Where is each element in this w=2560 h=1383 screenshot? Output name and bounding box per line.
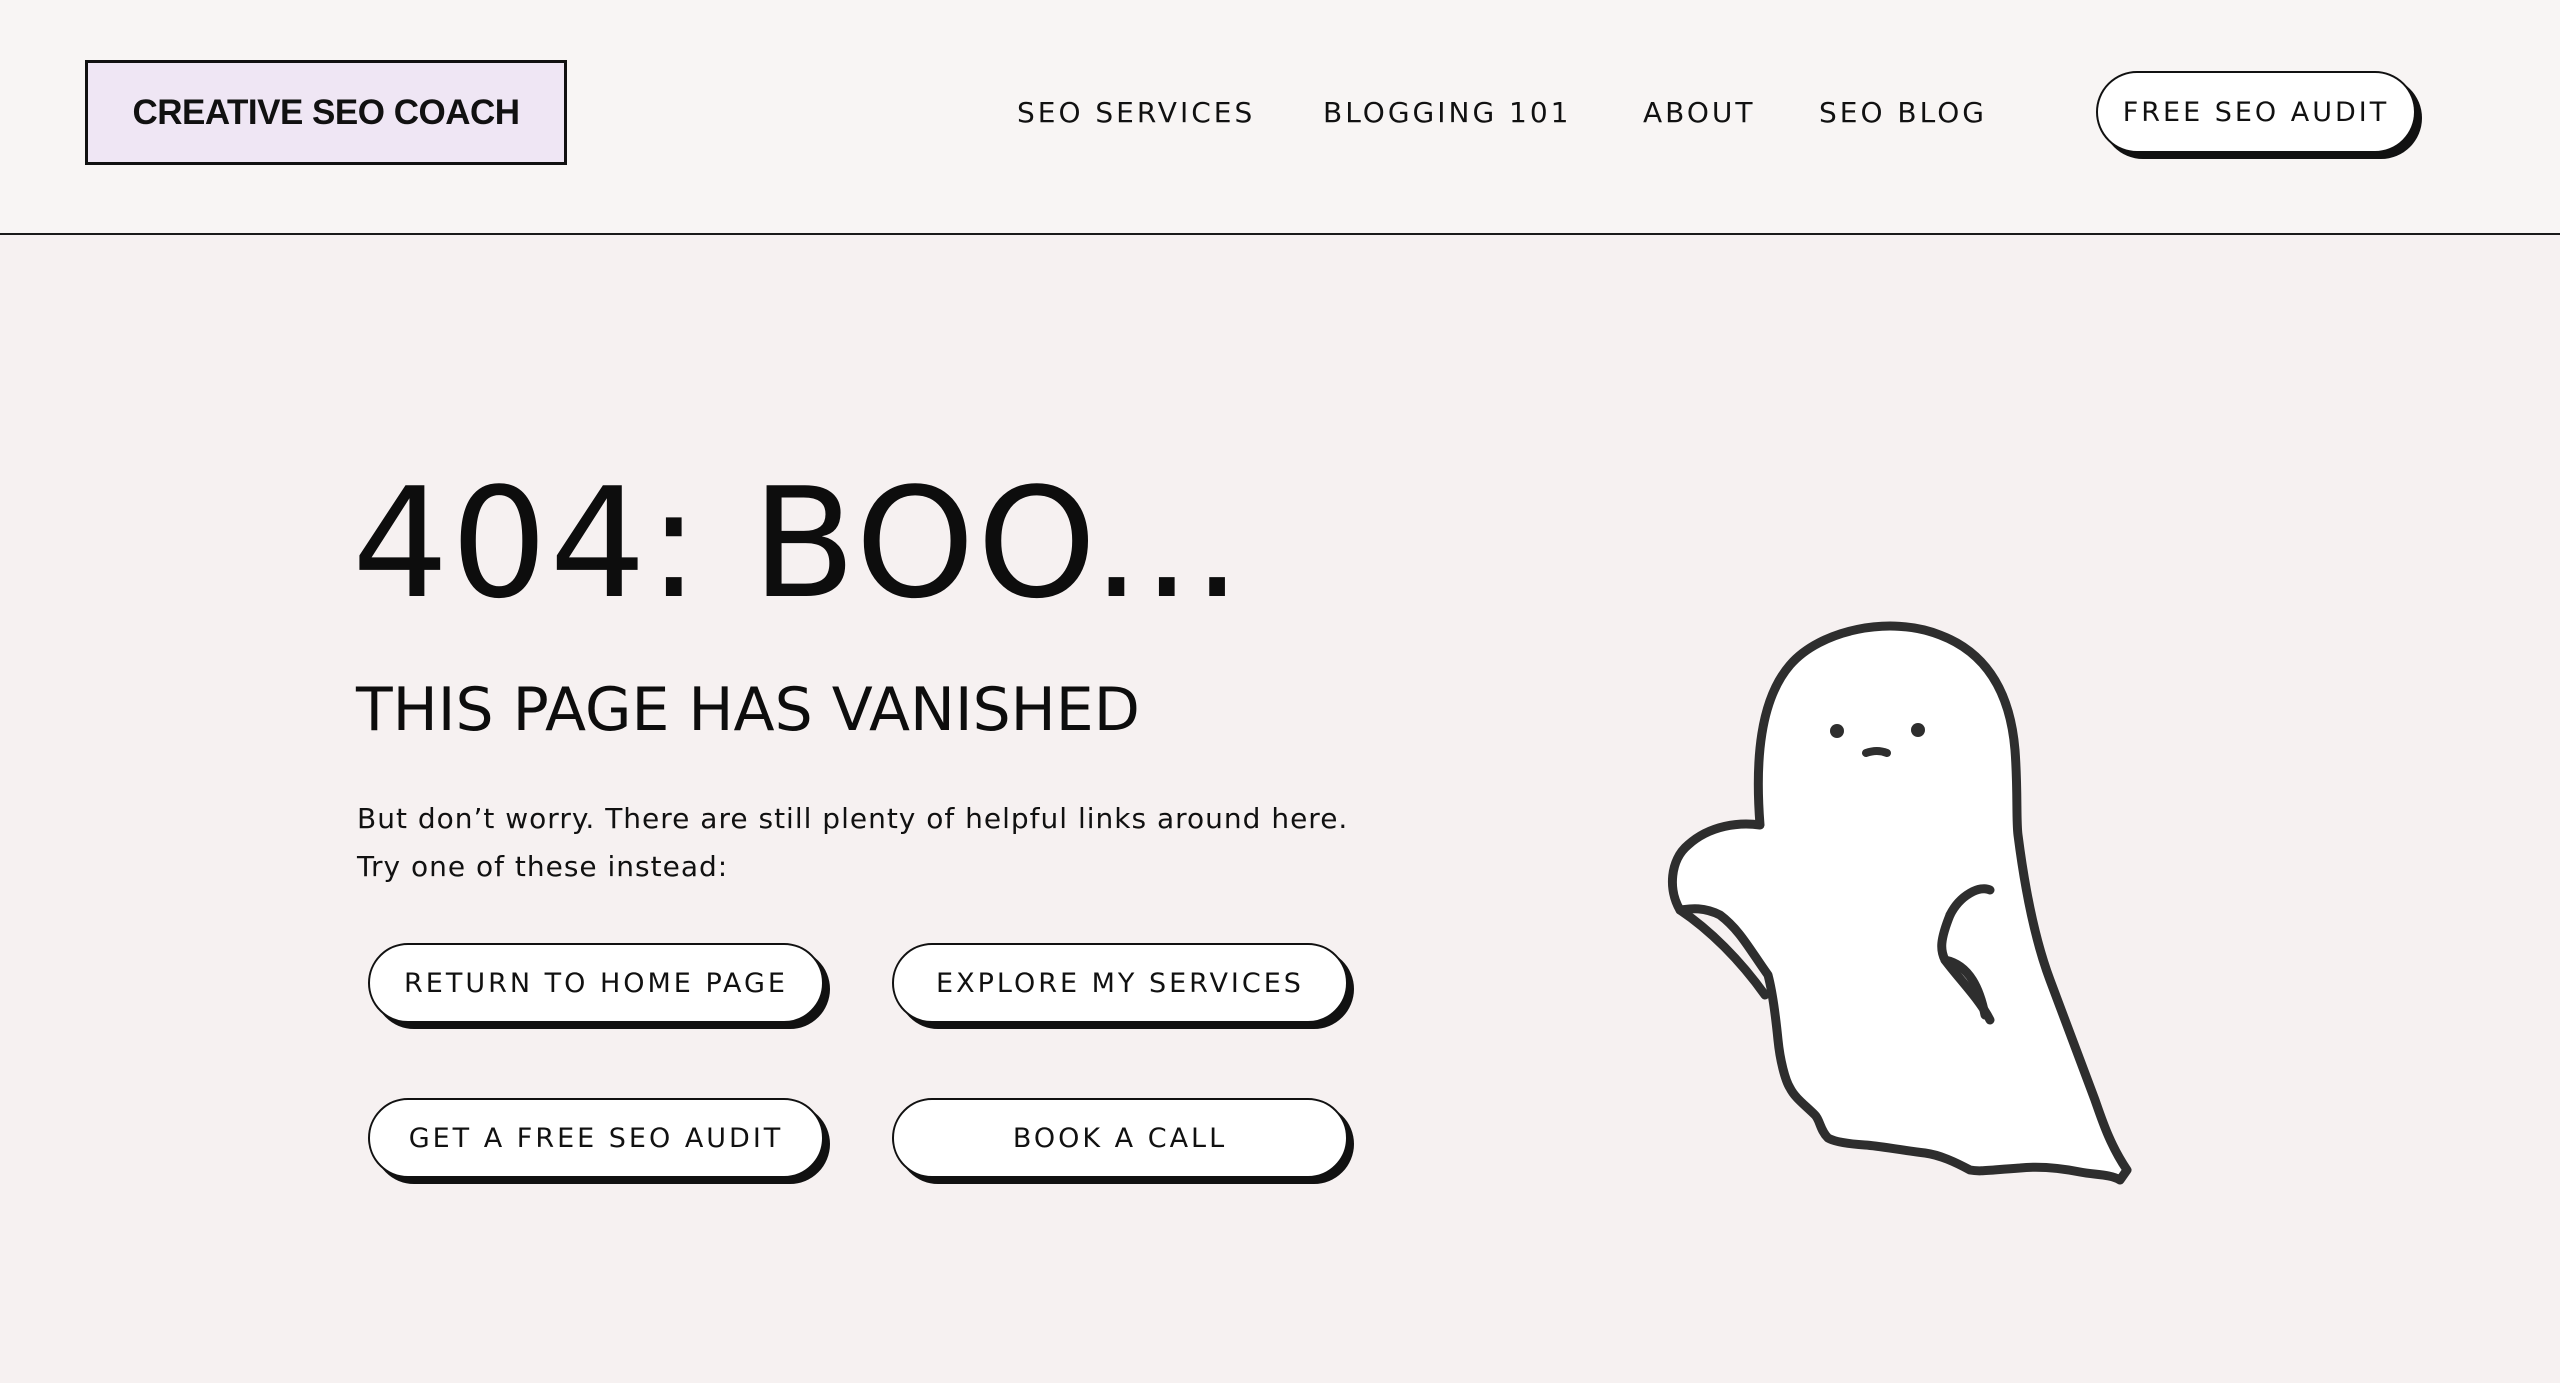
return-home-button[interactable]: RETURN TO HOME PAGE xyxy=(368,943,824,1023)
page-title: 404: BOO... xyxy=(352,455,1244,632)
nav-seo-services[interactable]: SEO SERVICES xyxy=(1017,96,1255,129)
explore-services-button[interactable]: EXPLORE MY SERVICES xyxy=(892,943,1348,1023)
free-seo-audit-button[interactable]: FREE SEO AUDIT xyxy=(2096,71,2416,153)
helper-text-line-1: But don’t worry. There are still plenty … xyxy=(357,802,1349,835)
page-subtitle: THIS PAGE HAS VANISHED xyxy=(356,675,1140,745)
free-seo-audit-cta-button[interactable]: GET A FREE SEO AUDIT xyxy=(368,1098,824,1178)
site-header: CREATIVE SEO COACH SEO SERVICES BLOGGING… xyxy=(0,0,2560,235)
site-logo[interactable]: CREATIVE SEO COACH xyxy=(85,60,567,165)
helper-text: But don’t worry. There are still plenty … xyxy=(357,795,1348,891)
helper-text-line-2: Try one of these instead: xyxy=(357,850,729,883)
nav-seo-blog[interactable]: SEO BLOG xyxy=(1819,96,1987,129)
ghost-illustration-icon xyxy=(1667,621,2132,1185)
nav-blogging-101[interactable]: BLOGGING 101 xyxy=(1323,96,1572,129)
book-a-call-button[interactable]: BOOK A CALL xyxy=(892,1098,1348,1178)
nav-about[interactable]: ABOUT xyxy=(1643,96,1756,129)
